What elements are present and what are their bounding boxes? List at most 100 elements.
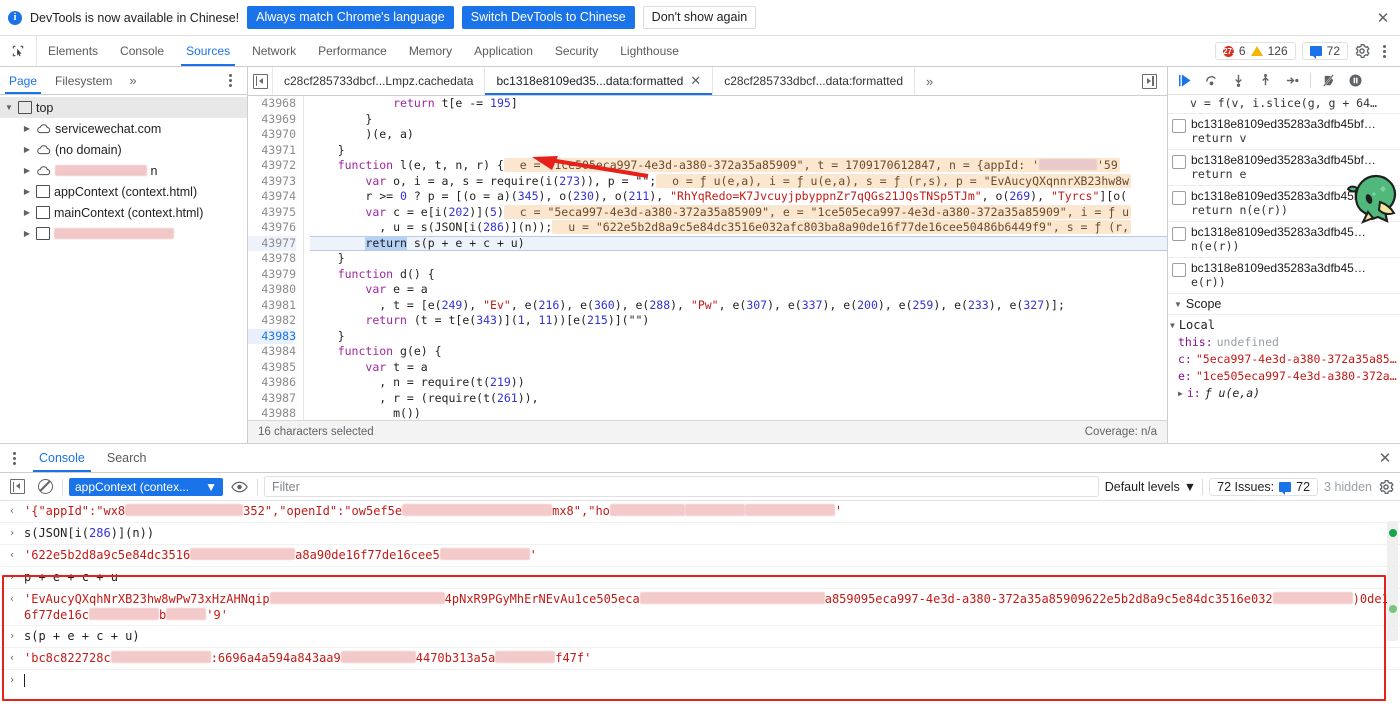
step-out-icon[interactable]	[1253, 70, 1278, 92]
tab-network[interactable]: Network	[241, 36, 307, 66]
breakpoint-checkbox[interactable]	[1172, 227, 1186, 241]
file-tab[interactable]: c28cf285733dbcf...data:formatted	[713, 67, 915, 95]
tab-lighthouse[interactable]: Lighthouse	[609, 36, 690, 66]
scrollbar-marker[interactable]	[1388, 529, 1397, 537]
breakpoint-checkbox[interactable]	[1172, 263, 1186, 277]
tab-application[interactable]: Application	[463, 36, 544, 66]
drawer-tab-console[interactable]: Console	[28, 444, 96, 472]
disclosure-triangle-icon[interactable]: ▶	[22, 145, 32, 154]
navigator-more-tabs-icon[interactable]: »	[121, 67, 144, 94]
disclosure-triangle-icon[interactable]: ▶	[22, 208, 32, 217]
clear-console-icon[interactable]	[34, 477, 56, 497]
dont-show-again-button[interactable]: Don't show again	[642, 6, 757, 29]
code-token: 273	[559, 173, 581, 188]
breakpoint-item[interactable]: bc1318e8109ed35283a3dfb45bf… return n(e(r…	[1168, 186, 1400, 222]
file-tabs-more-icon[interactable]: »	[915, 67, 944, 95]
code-text-area[interactable]: return t[e -= 195] } )(e, a) } function …	[304, 96, 1167, 420]
code-line: var o, i = a, s = require(i(273)), p = "…	[310, 173, 1167, 190]
disclosure-triangle-icon[interactable]: ▶	[22, 229, 32, 238]
breakpoint-list: bc1318e8109ed35283a3dfb45bf… return v bc13…	[1168, 114, 1400, 294]
console-text: 4pNxR9PGyMhErNEvAu1ce505eca	[444, 592, 640, 606]
show-debugger-icon[interactable]	[1137, 73, 1161, 89]
console-sidebar-icon[interactable]	[6, 477, 28, 497]
console-prompt[interactable]: ›	[0, 670, 1400, 690]
breakpoint-checkbox[interactable]	[1172, 191, 1186, 205]
issues-button[interactable]: 72 Issues: 72	[1209, 477, 1319, 496]
show-navigator-icon[interactable]	[248, 67, 273, 95]
always-match-language-button[interactable]: Always match Chrome's language	[247, 6, 454, 29]
tree-item[interactable]: ▶ servicewechat.com	[0, 118, 247, 139]
inspect-element-icon[interactable]	[0, 36, 37, 66]
error-warning-counters[interactable]: \u2715 6 126	[1214, 42, 1296, 60]
close-icon[interactable]: ✕	[1374, 9, 1392, 27]
step-into-icon[interactable]	[1226, 70, 1251, 92]
close-icon[interactable]: ✕	[690, 74, 701, 87]
breakpoint-item[interactable]: bc1318e8109ed35283a3dfb45bf… return v	[1168, 114, 1400, 150]
file-tab[interactable]: c28cf285733dbcf...Lmpz.cachedata	[273, 67, 486, 95]
resume-script-icon[interactable]	[1172, 70, 1197, 92]
disclosure-triangle-icon[interactable]: ▶	[22, 187, 32, 196]
step-over-icon[interactable]	[1199, 70, 1224, 92]
tree-item[interactable]: ▶	[0, 223, 247, 244]
close-drawer-icon[interactable]: ✕	[1370, 444, 1400, 472]
issues-label: 72 Issues:	[1217, 479, 1275, 494]
file-tabs-list: c28cf285733dbcf...Lmpz.cachedata bc1318e8…	[273, 67, 915, 95]
tab-memory[interactable]: Memory	[398, 36, 463, 66]
tree-item[interactable]: ▶ mainContext (context.html)	[0, 202, 247, 223]
breakpoint-checkbox[interactable]	[1172, 119, 1186, 133]
error-icon: \u2715	[1215, 45, 1241, 57]
console-settings-gear-icon[interactable]	[1378, 479, 1394, 495]
navigator-tab-page[interactable]: Page	[0, 67, 46, 94]
navigator-options-icon[interactable]	[213, 67, 247, 94]
tree-item[interactable]: ▶ (no domain)	[0, 139, 247, 160]
code-token: c = e[i(	[386, 204, 449, 219]
breakpoint-checkbox[interactable]	[1172, 155, 1186, 169]
switch-to-chinese-button[interactable]: Switch DevTools to Chinese	[461, 6, 635, 29]
breakpoint-item[interactable]: bc1318e8109ed35283a3dfb45… e(r))	[1168, 258, 1400, 294]
drawer-options-icon[interactable]	[0, 444, 28, 472]
scope-local-header[interactable]: ▼ Local	[1168, 317, 1400, 334]
deactivate-breakpoints-icon[interactable]	[1316, 70, 1341, 92]
step-icon[interactable]	[1280, 70, 1305, 92]
code-token: ,	[524, 313, 539, 327]
file-tab[interactable]: bc1318e8109ed35...data:formatted ✕	[485, 67, 714, 95]
execution-context-select[interactable]: appContext (contex... ▼	[69, 477, 223, 496]
toolbar-divider	[1310, 73, 1311, 88]
code-token: 216	[538, 297, 560, 312]
disclosure-triangle-icon[interactable]: ▶	[22, 124, 32, 133]
log-levels-select[interactable]: Default levels ▼	[1105, 480, 1196, 494]
disclosure-triangle-icon[interactable]: ▼	[4, 103, 14, 112]
tab-performance[interactable]: Performance	[307, 36, 398, 66]
tree-item[interactable]: ▼ top	[0, 97, 247, 118]
navigator-tab-filesystem[interactable]: Filesystem	[46, 67, 121, 94]
tree-item[interactable]: ▶ n	[0, 160, 247, 181]
breakpoint-item[interactable]: bc1318e8109ed35283a3dfb45… n(e(r))	[1168, 222, 1400, 258]
disclosure-triangle-icon[interactable]: ▶	[1178, 385, 1183, 402]
messages-badge[interactable]: 72	[1301, 42, 1348, 60]
console-messages[interactable]: ‹ '{"appId":"wx8 352","openId":"ow5ef5e mx8…	[0, 501, 1400, 723]
tab-elements[interactable]: Elements	[37, 36, 109, 66]
more-options-icon[interactable]	[1376, 44, 1392, 58]
tab-sources[interactable]: Sources	[175, 36, 241, 66]
disclosure-triangle-icon[interactable]: ▶	[22, 166, 32, 175]
code-token: )), p = "";	[580, 173, 657, 188]
code-editor[interactable]: 43968 43969 43970 43971 43972 43973 43974 43975…	[248, 96, 1167, 420]
scope-section-header[interactable]: ▼ Scope	[1168, 294, 1400, 315]
scrollbar-marker[interactable]	[1388, 605, 1397, 613]
tab-security[interactable]: Security	[544, 36, 609, 66]
main-tabs-list: Elements Console Sources Network Performance…	[37, 36, 690, 66]
code-token: )](n));	[503, 220, 553, 234]
live-expression-eye-icon[interactable]	[229, 477, 251, 497]
frame-icon	[36, 185, 50, 198]
console-scrollbar-markers[interactable]	[1387, 521, 1398, 641]
file-tab-bar: c28cf285733dbcf...Lmpz.cachedata bc1318e8…	[248, 67, 1167, 96]
code-line: function l(e, t, n, r) { e = "1ce505eca9…	[310, 158, 1167, 174]
console-filter-input[interactable]	[263, 476, 1099, 497]
drawer-tab-search[interactable]: Search	[96, 444, 158, 472]
tab-console[interactable]: Console	[109, 36, 175, 66]
tree-item[interactable]: ▶ appContext (context.html)	[0, 181, 247, 202]
gear-icon[interactable]	[1354, 43, 1370, 59]
pause-on-exceptions-icon[interactable]	[1343, 70, 1368, 92]
code-token: return	[365, 313, 407, 327]
breakpoint-item[interactable]: bc1318e8109ed35283a3dfb45bf… return e	[1168, 150, 1400, 186]
